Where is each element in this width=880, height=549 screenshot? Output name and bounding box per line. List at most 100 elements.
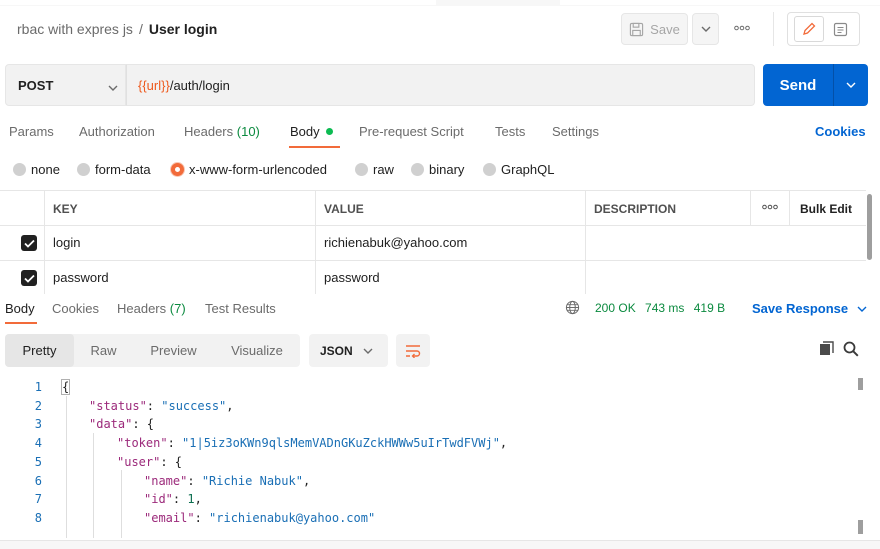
save-button[interactable]: Save — [621, 13, 688, 45]
send-button-group: Send — [763, 64, 868, 106]
view-pretty-button[interactable]: Pretty — [5, 334, 74, 367]
radio-raw[interactable]: raw — [355, 162, 394, 177]
response-tab-test-results[interactable]: Test Results — [205, 301, 276, 316]
json-key: "email" — [144, 511, 195, 525]
save-icon — [630, 22, 644, 36]
send-options-button[interactable] — [834, 82, 868, 88]
radio-circle — [355, 163, 368, 176]
radio-circle — [13, 163, 26, 176]
column-divider — [750, 190, 751, 225]
breadcrumb-collection[interactable]: rbac with expres js — [17, 21, 133, 37]
line-number: 4 — [34, 436, 42, 450]
save-response-label: Save Response — [752, 301, 849, 316]
url-input[interactable]: {{url}}/auth/login — [126, 64, 755, 106]
format-select[interactable]: JSON — [309, 334, 388, 367]
line-number: 2 — [34, 399, 42, 413]
method-select[interactable]: POST — [5, 64, 126, 106]
radio-label: raw — [373, 162, 394, 177]
save-button-label: Save — [650, 21, 680, 37]
tab-params[interactable]: Params — [9, 124, 54, 139]
column-divider — [585, 190, 586, 294]
send-button[interactable]: Send — [763, 77, 833, 94]
response-tab-headers-count: (7) — [169, 301, 186, 316]
column-divider — [44, 190, 45, 294]
response-tab-body[interactable]: Body — [5, 301, 35, 316]
body-active-dot — [325, 128, 333, 135]
row-checkbox[interactable] — [21, 270, 37, 286]
tab-headers[interactable]: Headers (10) — [184, 124, 260, 139]
tab-settings[interactable]: Settings — [552, 124, 599, 139]
docs-mode-button[interactable] — [827, 16, 853, 42]
radio-binary[interactable]: binary — [411, 162, 464, 177]
response-tab-cookies[interactable]: Cookies — [52, 301, 99, 316]
tab-tests[interactable]: Tests — [495, 124, 525, 139]
status-code[interactable]: 200 OK — [595, 301, 636, 315]
radio-urlencoded[interactable]: x-www-form-urlencoded — [171, 162, 327, 177]
chevron-down-icon — [108, 79, 118, 94]
bulk-edit-button[interactable]: Bulk Edit — [800, 202, 852, 216]
response-body-viewer[interactable]: 1 2 3 4 5 6 7 8 { "status": "success", "… — [0, 378, 866, 538]
radio-label: x-www-form-urlencoded — [189, 162, 327, 177]
code-line: "data": { — [89, 417, 155, 431]
column-description: DESCRIPTION — [594, 202, 677, 216]
globe-icon[interactable] — [565, 300, 580, 318]
code-line: "name": "Richie Nabuk", — [144, 474, 311, 488]
save-options-button[interactable] — [692, 13, 719, 45]
tab-authorization[interactable]: Authorization — [79, 124, 155, 139]
chevron-down-icon — [363, 348, 373, 354]
json-string: "Richie Nabuk" — [201, 474, 303, 488]
more-options-icon[interactable] — [762, 199, 778, 213]
row-value-cell[interactable]: richienabuk@yahoo.com — [324, 235, 467, 250]
wrap-lines-button[interactable] — [396, 334, 430, 367]
breadcrumb-request-name[interactable]: User login — [149, 21, 217, 37]
code-line: "user": { — [117, 455, 183, 469]
row-checkbox[interactable] — [21, 235, 37, 251]
params-scrollbar[interactable] — [867, 194, 872, 260]
row-value-cell[interactable]: password — [324, 270, 380, 285]
view-visualize-button[interactable]: Visualize — [217, 334, 297, 367]
row-key-cell[interactable]: login — [53, 235, 80, 250]
wrap-icon — [406, 344, 421, 358]
radio-label: GraphQL — [501, 162, 555, 177]
column-key: KEY — [53, 202, 78, 216]
tab-body[interactable]: Body — [290, 124, 333, 139]
tab-strip — [0, 0, 880, 6]
json-string: "success" — [161, 399, 227, 413]
view-preview-button[interactable]: Preview — [135, 334, 212, 367]
radio-circle — [483, 163, 496, 176]
radio-circle — [411, 163, 424, 176]
copy-icon[interactable] — [819, 341, 834, 359]
radio-graphql[interactable]: GraphQL — [483, 162, 554, 177]
response-tab-headers[interactable]: Headers (7) — [117, 301, 186, 316]
indent-guide — [93, 433, 94, 538]
indent-guide — [121, 470, 122, 538]
view-raw-button[interactable]: Raw — [75, 334, 132, 367]
response-time[interactable]: 743 ms — [645, 301, 684, 315]
response-size[interactable]: 419 B — [694, 301, 725, 315]
json-number: 1 — [187, 492, 195, 506]
cookies-link[interactable]: Cookies — [815, 124, 866, 139]
code-scrollbar-top[interactable] — [858, 378, 863, 390]
json-key: "token" — [117, 436, 168, 450]
radio-label: none — [31, 162, 60, 177]
status-bar — [0, 540, 880, 549]
more-options-icon[interactable] — [734, 20, 750, 34]
json-key: "data" — [89, 417, 133, 431]
url-variable: {{url}} — [138, 77, 170, 93]
edit-mode-button[interactable] — [793, 16, 824, 42]
radio-none[interactable]: none — [13, 162, 60, 177]
code-line: "id": 1, — [144, 492, 202, 506]
save-response-button[interactable]: Save Response — [752, 301, 867, 316]
pencil-icon — [802, 22, 816, 35]
column-value: VALUE — [324, 202, 364, 216]
code-scrollbar-bottom[interactable] — [858, 520, 863, 534]
line-number: 6 — [34, 474, 42, 488]
response-status: 200 OK 743 ms 419 B — [595, 301, 731, 315]
radio-form-data[interactable]: form-data — [77, 162, 151, 177]
tab-body-label: Body — [290, 124, 320, 139]
search-icon[interactable] — [843, 341, 859, 360]
row-key-cell[interactable]: password — [53, 270, 109, 285]
table-row: password password — [0, 260, 866, 294]
tab-prerequest-script[interactable]: Pre-request Script — [359, 124, 464, 139]
column-divider — [315, 190, 316, 294]
